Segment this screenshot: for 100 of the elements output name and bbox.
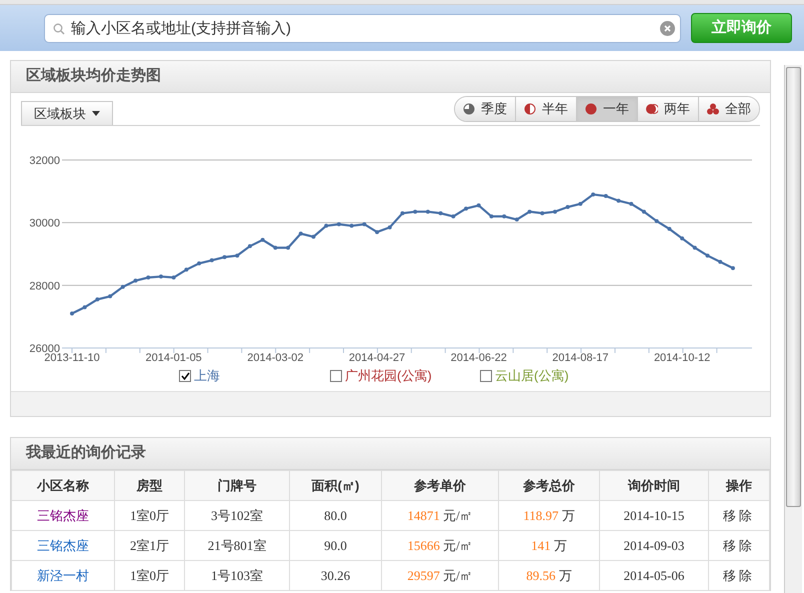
table-cell: 30.26: [290, 560, 382, 590]
table-cell: 3号102室: [184, 500, 290, 530]
period-tab[interactable]: 半年: [515, 97, 576, 121]
data-point: [692, 246, 697, 250]
search-field[interactable]: 输入小区名或地址(支持拼音输入): [44, 14, 681, 42]
x-tick-label: 2014-01-05: [146, 352, 202, 364]
x-tick-label: 2014-10-12: [654, 352, 710, 364]
pie-quarter-icon: [463, 103, 475, 115]
data-point: [502, 214, 506, 218]
community-link[interactable]: 新泾一村: [12, 560, 114, 590]
table-cell: 1室0厅: [114, 500, 184, 530]
half-circle-icon: [524, 103, 536, 115]
data-point: [146, 276, 150, 280]
scrollbar-thumb[interactable]: [786, 67, 801, 507]
period-tab[interactable]: 季度: [455, 97, 515, 121]
y-tick-label: 32000: [29, 155, 60, 167]
legend-label: 广州花园(公寓): [345, 367, 432, 385]
data-point: [134, 278, 138, 283]
legend-checkbox[interactable]: [179, 370, 191, 382]
data-point: [528, 210, 532, 214]
legend-checkbox[interactable]: [330, 370, 342, 382]
data-point: [578, 202, 582, 206]
data-point: [350, 224, 354, 228]
data-point: [388, 225, 392, 230]
data-point: [591, 192, 596, 196]
legend-checkbox[interactable]: [480, 370, 492, 382]
column-header: 房型: [114, 470, 184, 500]
period-tab[interactable]: 全部: [698, 97, 759, 121]
table-cell: 141 万: [498, 530, 600, 560]
data-point: [336, 222, 341, 226]
data-point: [680, 236, 684, 240]
data-point: [604, 194, 608, 198]
x-tick-label: 2013-11-10: [44, 352, 100, 364]
data-point: [120, 284, 125, 289]
data-point: [210, 258, 214, 262]
table-cell: 29597 元/㎡: [382, 560, 498, 590]
data-point: [553, 210, 557, 214]
data-point: [540, 211, 544, 216]
table-cell: 14871 元/㎡: [382, 500, 498, 530]
x-tick-label: 2014-04-27: [348, 352, 406, 364]
data-point: [642, 210, 646, 214]
data-point: [95, 297, 100, 302]
data-point: [273, 246, 278, 250]
data-point: [566, 205, 570, 209]
community-link[interactable]: 三铭杰座: [12, 530, 114, 560]
circle-icon: [585, 103, 597, 115]
period-tab[interactable]: 两年: [637, 97, 698, 121]
column-header: 面积(㎡): [290, 470, 382, 500]
three-circles-icon: [707, 103, 719, 115]
table-cell: 118.97 万: [498, 500, 600, 530]
data-point: [197, 261, 202, 266]
community-link[interactable]: 三铭杰座: [12, 500, 114, 530]
data-point: [489, 214, 494, 218]
table-cell: 21号801室: [184, 530, 290, 560]
search-icon: [53, 22, 65, 34]
column-header: 参考总价: [498, 470, 600, 500]
data-point: [362, 222, 366, 226]
column-header: 询价时间: [600, 470, 708, 500]
data-point: [426, 210, 430, 214]
table-cell: 1号103室: [184, 560, 290, 590]
data-point: [451, 214, 456, 218]
remove-link[interactable]: 移除: [708, 560, 770, 590]
data-point: [667, 226, 672, 231]
data-point: [260, 238, 265, 242]
data-point: [172, 276, 176, 280]
period-tab[interactable]: 一年: [576, 97, 637, 121]
table-cell: 2014-05-06: [600, 560, 708, 590]
remove-link[interactable]: 移除: [708, 530, 770, 560]
caret-icon: [92, 111, 100, 116]
data-point: [730, 266, 735, 270]
table-cell: 2014-10-15: [600, 500, 708, 530]
y-tick-label: 30000: [29, 218, 60, 230]
data-point: [222, 255, 227, 260]
data-point: [375, 230, 380, 234]
table-cell: 89.56 万: [498, 560, 600, 590]
x-tick-label: 2014-06-22: [450, 352, 507, 364]
table-cell: 2室1厅: [114, 530, 184, 560]
column-header: 门牌号: [184, 470, 290, 500]
data-point: [718, 260, 722, 264]
data-point: [400, 211, 404, 216]
x-tick-label: 2014-08-17: [552, 352, 609, 364]
table-cell: 1室0厅: [114, 560, 184, 590]
data-point: [706, 254, 710, 258]
data-point: [629, 202, 634, 206]
table-cell: 2014-09-03: [600, 530, 708, 560]
data-point: [70, 312, 74, 316]
table-cell: 90.0: [290, 530, 382, 560]
data-point: [616, 198, 621, 203]
data-point: [298, 232, 303, 236]
table-cell: 15666 元/㎡: [382, 530, 498, 560]
remove-link[interactable]: 移除: [708, 500, 770, 530]
column-header: 参考单价: [382, 470, 498, 500]
column-header: 操作: [708, 470, 770, 500]
table-cell: 80.0: [290, 500, 382, 530]
region-dropdown[interactable]: 区域板块: [21, 101, 113, 125]
data-point: [514, 218, 519, 222]
clear-icon[interactable]: [660, 20, 675, 36]
data-point: [438, 211, 443, 216]
legend-label: 云山居(公寓): [495, 367, 569, 385]
data-point: [184, 268, 188, 272]
